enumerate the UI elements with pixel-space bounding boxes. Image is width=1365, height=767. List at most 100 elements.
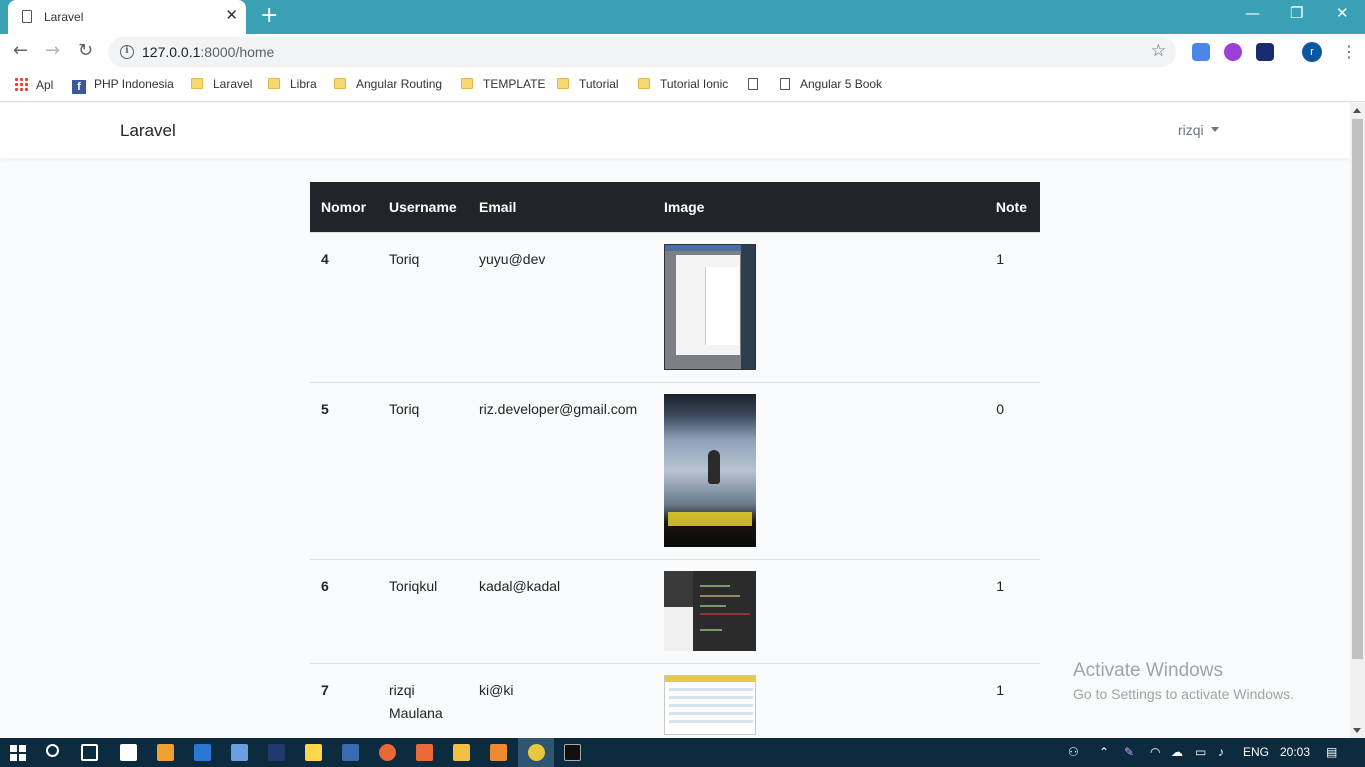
bookmark-label: Angular 5 Book <box>800 77 883 91</box>
news-icon[interactable] <box>194 744 211 761</box>
bookmark-apps[interactable]: Apl <box>14 77 53 92</box>
bookmark-page[interactable] <box>748 77 768 91</box>
tab-title: Laravel <box>44 10 84 24</box>
chrome-icon[interactable] <box>528 744 545 761</box>
site-info-icon[interactable]: i <box>120 45 134 59</box>
spreadsheet-thumbnail <box>664 674 756 735</box>
cell-nomor: 6 <box>310 558 378 663</box>
surfing-thumbnail <box>664 393 756 547</box>
language-indicator[interactable]: ENG <box>1243 745 1269 759</box>
scrollbar-thumb[interactable] <box>1352 119 1363 659</box>
table-row: 4 Toriq yuyu@dev 1 <box>310 231 1040 382</box>
back-button[interactable]: ← <box>13 42 28 60</box>
bookmark-tutorial[interactable]: Tutorial <box>557 77 619 91</box>
close-window-button[interactable]: ✕ <box>1336 6 1349 21</box>
scroll-up-icon[interactable] <box>1353 108 1361 113</box>
people-icon[interactable]: ⚇ <box>1068 745 1079 759</box>
sublime-text-icon[interactable] <box>490 744 507 761</box>
minimize-button[interactable]: — <box>1245 6 1260 21</box>
bookmark-label: Laravel <box>213 77 253 91</box>
caret-down-icon <box>1210 127 1219 132</box>
url-host: 127.0.0.1 <box>142 44 201 60</box>
cell-image <box>653 662 933 738</box>
volume-icon[interactable]: ♪ <box>1218 745 1224 759</box>
bookmark-php-indonesia[interactable]: f PHP Indonesia <box>72 77 174 94</box>
git-icon[interactable] <box>379 744 396 761</box>
cast-extension-icon[interactable] <box>1256 43 1274 61</box>
browser-tab[interactable]: Laravel ✕ <box>8 0 246 34</box>
bookmark-tutorial-ionic[interactable]: Tutorial Ionic <box>638 77 728 91</box>
header-email: Email <box>468 182 653 232</box>
table-header-row: Nomor Username Email Image Note <box>310 182 1040 232</box>
bookmark-star-icon[interactable]: ☆ <box>1151 41 1166 61</box>
folder-icon <box>557 78 569 89</box>
tab-close-icon[interactable]: ✕ <box>225 8 238 23</box>
cell-username: Toriq <box>378 231 468 382</box>
browser-toolbar: ← → ↻ i 127.0.0.1:8000/home ☆ <box>0 34 1365 70</box>
url-text[interactable]: 127.0.0.1:8000/home <box>142 44 274 60</box>
table-row: 6 Toriqkul kadal@kadal 1 <box>310 558 1040 663</box>
cell-email: ki@ki <box>468 662 653 738</box>
restore-button[interactable]: ❐ <box>1290 6 1303 21</box>
code-editor-thumbnail <box>664 570 756 651</box>
bookmark-template[interactable]: TEMPLATE <box>461 77 545 91</box>
search-icon[interactable] <box>46 744 59 757</box>
app-navbar: Laravel rizqi <box>0 103 1350 158</box>
navbar-brand[interactable]: Laravel <box>120 121 176 141</box>
forward-button[interactable]: → <box>45 42 60 60</box>
store-icon[interactable] <box>305 744 322 761</box>
header-username: Username <box>378 182 468 232</box>
task-view-icon[interactable] <box>81 744 98 761</box>
cloud-icon[interactable]: ☁ <box>1171 745 1183 759</box>
activate-windows-title: Activate Windows <box>1073 660 1223 681</box>
wifi-icon[interactable]: ◠ <box>1150 745 1160 759</box>
photoshop-icon[interactable] <box>268 744 285 761</box>
profile-avatar[interactable]: r <box>1302 42 1322 62</box>
extension-icon[interactable] <box>1224 43 1242 61</box>
table-row: 5 Toriq riz.developer@gmail.com 0 <box>310 381 1040 559</box>
user-name: rizqi <box>1178 122 1204 138</box>
page-icon <box>22 10 32 23</box>
notifications-icon[interactable]: ▤ <box>1326 745 1337 759</box>
page-icon <box>748 78 758 90</box>
cell-nomor: 4 <box>310 231 378 382</box>
battery-icon[interactable]: ▭ <box>1195 745 1206 759</box>
virtualbox-icon[interactable] <box>231 744 248 761</box>
clock[interactable]: 20:03 <box>1280 745 1310 759</box>
translate-extension-icon[interactable] <box>1192 43 1210 61</box>
header-nomor: Nomor <box>310 182 378 232</box>
cell-username: Toriqkul <box>378 558 468 663</box>
bookmark-libra[interactable]: Libra <box>268 77 317 91</box>
bookmark-angular-5-book[interactable]: Angular 5 Book <box>780 77 882 91</box>
terminal-icon[interactable] <box>564 744 581 761</box>
page-scrollbar[interactable] <box>1350 103 1365 738</box>
header-image: Image <box>653 182 933 232</box>
pen-icon[interactable]: ✎ <box>1124 745 1134 759</box>
page-viewport: Laravel rizqi Nomor Username Email Image… <box>0 103 1350 738</box>
browser-menu-icon[interactable]: ⋮ <box>1341 42 1357 61</box>
user-dropdown[interactable]: rizqi <box>1178 122 1219 138</box>
users-table: Nomor Username Email Image Note 4 Toriq … <box>310 182 1040 738</box>
media-player-icon[interactable] <box>157 744 174 761</box>
bookmark-laravel[interactable]: Laravel <box>191 77 252 91</box>
header-note: Note <box>933 182 1040 232</box>
file-explorer-icon[interactable] <box>453 744 470 761</box>
xampp-icon[interactable] <box>416 744 433 761</box>
chevron-up-icon[interactable]: ⌃ <box>1099 745 1109 759</box>
folder-icon <box>461 78 473 89</box>
windows-start-icon[interactable] <box>10 745 26 761</box>
download-icon[interactable] <box>342 744 359 761</box>
mail-icon[interactable] <box>120 744 137 761</box>
bookmark-label: Tutorial <box>579 77 619 91</box>
new-tab-button[interactable]: + <box>260 5 278 27</box>
bookmark-label: PHP Indonesia <box>94 77 174 91</box>
cell-note: 1 <box>933 231 1040 382</box>
scroll-down-icon[interactable] <box>1353 728 1361 733</box>
address-bar[interactable]: i 127.0.0.1:8000/home ☆ <box>108 37 1176 67</box>
bookmark-label: Tutorial Ionic <box>660 77 729 91</box>
reload-button[interactable]: ↻ <box>78 42 93 60</box>
folder-icon <box>191 78 203 89</box>
bookmark-label: Angular Routing <box>356 77 443 91</box>
cell-image <box>653 231 933 382</box>
bookmark-angular-routing[interactable]: Angular Routing <box>334 77 442 91</box>
